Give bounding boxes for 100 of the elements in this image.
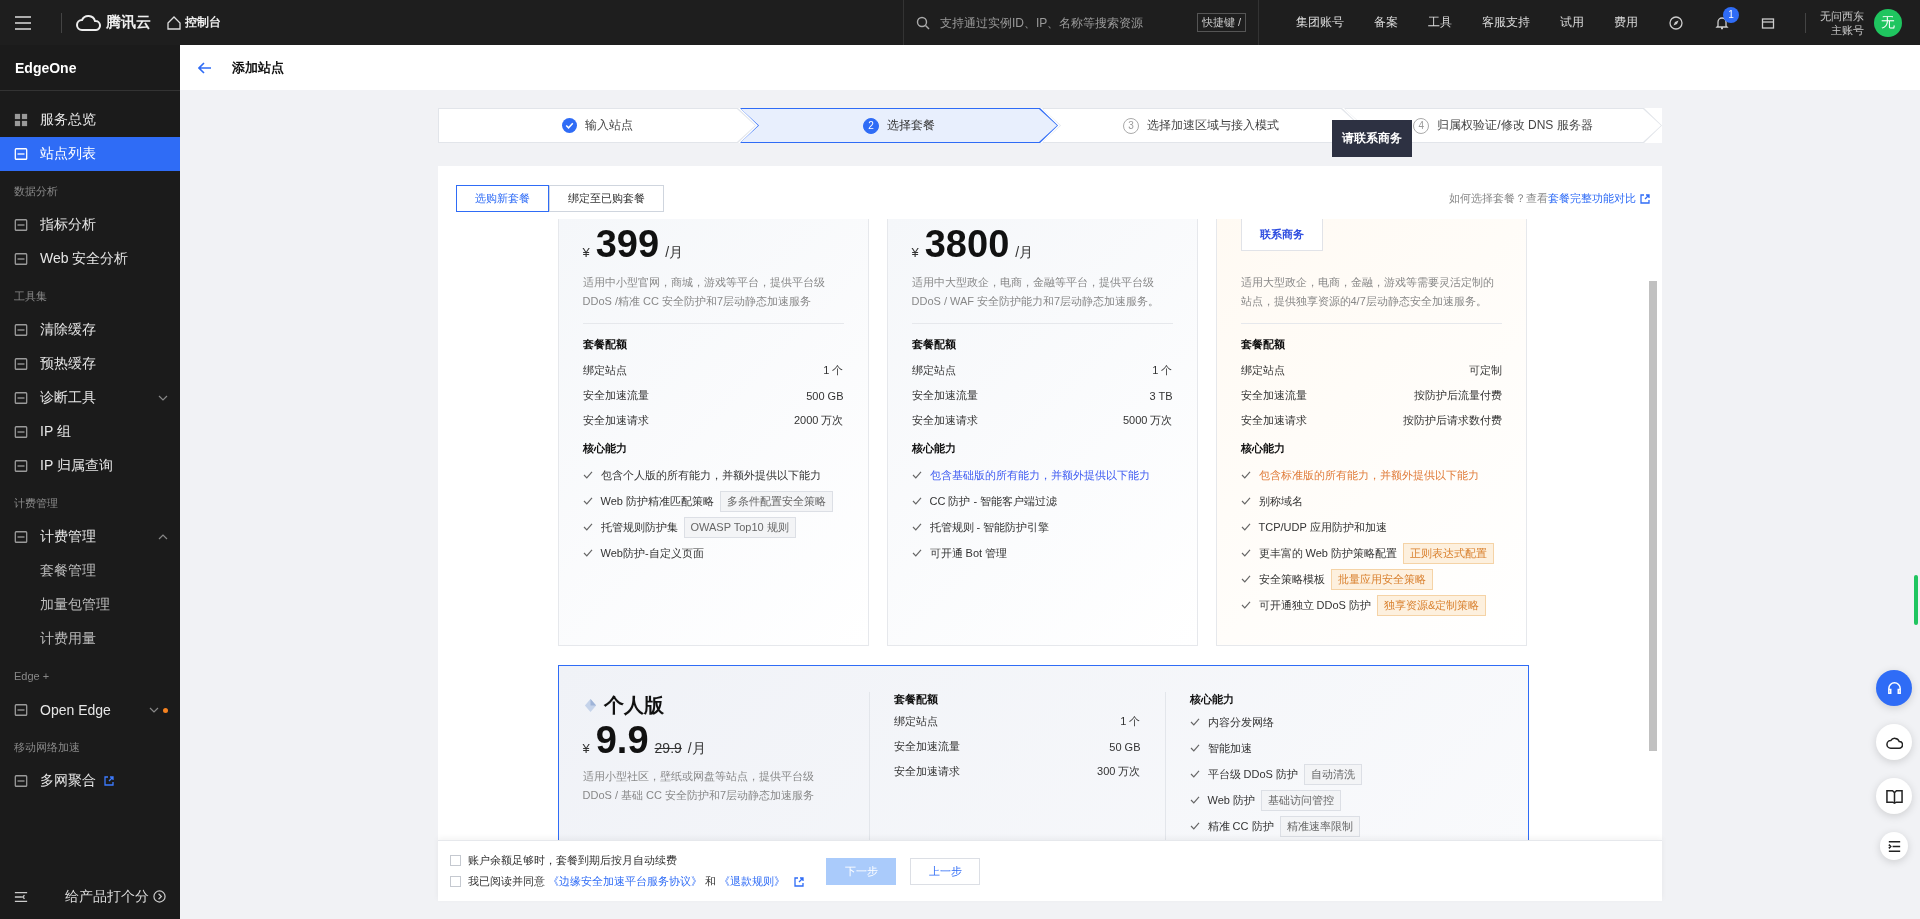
- wallet-icon[interactable]: [1761, 15, 1775, 30]
- search-input[interactable]: 支持通过实例ID、IP、名称等搜索资源: [938, 14, 1189, 31]
- sidebar-item[interactable]: Web 安全分析: [0, 242, 180, 276]
- feature-text: 更丰富的 Web 防护策略配置: [1258, 545, 1398, 561]
- checkbox[interactable]: [450, 855, 461, 866]
- quota-name: 安全加速请求: [1240, 413, 1307, 428]
- sidebar-item[interactable]: 服务总览: [0, 103, 180, 137]
- section-title: 套餐配额: [893, 692, 939, 707]
- check-icon: [1189, 744, 1200, 752]
- step-number: 2: [863, 117, 879, 134]
- feature-tag: OWASP Top10 规则: [683, 516, 796, 538]
- external-link-icon: [794, 876, 804, 887]
- brand-name[interactable]: 腾讯云: [106, 13, 151, 32]
- sidebar-item[interactable]: 计费管理: [0, 520, 180, 554]
- quota-value: 1 个: [1152, 363, 1173, 378]
- currency-sign: ¥: [582, 245, 590, 260]
- plan-card[interactable]: [1215, 219, 1527, 646]
- floating-button[interactable]: [1880, 832, 1908, 860]
- bell-icon[interactable]: [1715, 15, 1729, 30]
- feature-text: Web防护-自定义页面: [600, 545, 704, 561]
- feature-tag: 基础访问管控: [1261, 789, 1341, 811]
- scroll-indicator: [1914, 575, 1918, 625]
- feature-text: 安全策略模板: [1258, 571, 1325, 587]
- check-icon: [582, 497, 593, 505]
- check-icon: [1240, 575, 1251, 583]
- nav-link[interactable]: 费用: [1614, 14, 1638, 31]
- nav-link[interactable]: 客服支持: [1482, 14, 1530, 31]
- back-button[interactable]: 上一步: [910, 857, 980, 885]
- comparison-link[interactable]: 套餐完整功能对比: [1548, 191, 1636, 206]
- plan-card[interactable]: 个人版 ¥9.9 29.9 /月 适用小型社区，壁纸或网盘等站点，提供平台级 DDoS / 基础 CC 安全防护和7层动静态加速服务 套餐配额 绑定站点 1 个 安全加速流量 50 GB 安全加速请求 300 万次 核心能力 内容分发网络 智能加速 平台级 DDoS 防护 自动清洗 Web 防护 基础访问管控 精准 CC 防护 精准速率限制: [557, 665, 1529, 840]
- price: 399: [595, 223, 660, 265]
- help-text: 如何选择套餐？查看: [1449, 191, 1548, 206]
- quota-value: 1 个: [823, 363, 844, 378]
- cloud-logo-icon: [76, 13, 102, 32]
- quota-value: 300 万次: [1097, 764, 1141, 779]
- quota-name: 绑定站点: [911, 363, 956, 378]
- step: 2 选择套餐: [740, 108, 1058, 143]
- sidebar-subitem[interactable]: 加量包管理: [0, 588, 180, 622]
- arrow-circle-icon: [153, 890, 166, 903]
- account-name[interactable]: 无问西东: [1820, 8, 1864, 23]
- sidebar-item[interactable]: IP 归属查询: [0, 449, 180, 483]
- sidebar-item[interactable]: Open Edge: [0, 693, 180, 727]
- price: 3800: [924, 223, 1010, 265]
- feature-text: 内容分发网络: [1207, 714, 1274, 730]
- scrollbar-thumb[interactable]: [1649, 281, 1657, 751]
- quota-value: 50 GB: [1109, 740, 1141, 753]
- sidebar-item[interactable]: 多网聚合: [0, 764, 180, 798]
- sidebar-item[interactable]: 预热缓存: [0, 347, 180, 381]
- section-title: 核心能力: [1189, 692, 1235, 707]
- sidebar-subitem[interactable]: 套餐管理: [0, 554, 180, 588]
- compass-icon[interactable]: [1669, 15, 1683, 30]
- tab[interactable]: 选购新套餐: [456, 185, 549, 212]
- agreement-link[interactable]: 《边缘安全加速平台服务协议》: [548, 874, 702, 889]
- book-icon: [1885, 787, 1903, 805]
- checkbox[interactable]: [450, 876, 461, 887]
- check-icon: [911, 497, 922, 505]
- check-icon: [911, 549, 922, 557]
- feedback-link[interactable]: 给产品打个分: [65, 887, 149, 906]
- plan-description: 适用小型社区，壁纸或网盘等站点，提供平台级 DDoS / 基础 CC 安全防护和7层动静态加速服务: [582, 769, 816, 803]
- section-title: 套餐配额: [582, 337, 628, 352]
- check-icon: [582, 523, 593, 531]
- sidebar-subitem[interactable]: 计费用量: [0, 622, 180, 656]
- feature-text: 托管规则 - 智能防护引擎: [929, 519, 1050, 535]
- quota-name: 安全加速流量: [1240, 388, 1307, 403]
- collapse-icon[interactable]: [14, 889, 28, 904]
- quota-value: 500 GB: [806, 389, 844, 402]
- console-link[interactable]: 控制台: [185, 14, 221, 31]
- nav-link[interactable]: 试用: [1560, 14, 1584, 31]
- menu-icon[interactable]: [15, 15, 31, 30]
- plan-card[interactable]: ¥3800/月 适用中大型政企，电商，金融等平台，提供平台级 DDoS / WAF 安全防护能力和7层动静态加速服务。 套餐配额 绑定站点 1 个 安全加速流量 3 TB 安全加速请求 5000 万次 核心能力 包含基础版的所有能力，并额外提供以下能力 CC 防护 - 智能客户端过滤 托管规则 - 智能防护引擎 可开通 Bot 管理: [886, 219, 1198, 646]
- agreement-link[interactable]: 《退款规则》: [719, 874, 785, 889]
- plan-card[interactable]: ¥399/月 适用中小型官网，商城，游戏等平台，提供平台级 DDoS /精准 CC 安全防护和7层动静态加速服务 套餐配额 绑定站点 1 个 安全加速流量 500 GB 安全加速请求 2000 万次 核心能力 包含个人版的所有能力，并额外提供以下能力 Web 防护精准匹配策略 多条件配置安全策略 托管规则防护集 OWASP Top10 规则 Web防护-自定义页面: [557, 219, 869, 646]
- tab[interactable]: 绑定至已购套餐: [549, 185, 664, 212]
- sidebar-item[interactable]: 清除缓存: [0, 313, 180, 347]
- original-price: 29.9: [654, 740, 682, 756]
- nav-link[interactable]: 工具: [1428, 14, 1452, 31]
- section-title: 套餐配额: [1240, 337, 1286, 352]
- quota-value: 5000 万次: [1122, 413, 1173, 428]
- nav-link[interactable]: 集团账号: [1296, 14, 1344, 31]
- section-heading: 工具集: [13, 289, 48, 304]
- feature-text: 智能加速: [1207, 740, 1252, 756]
- sidebar-item[interactable]: 指标分析: [0, 208, 180, 242]
- quota-name: 绑定站点: [1240, 363, 1285, 378]
- back-arrow-icon[interactable]: [198, 61, 212, 74]
- feature-text: 平台级 DDoS 防护: [1207, 766, 1298, 782]
- joiner-text: 和: [705, 874, 716, 889]
- check-icon: [1189, 796, 1200, 804]
- nav-link[interactable]: 备案: [1374, 14, 1398, 31]
- sidebar-item[interactable]: 站点列表: [0, 137, 180, 171]
- sidebar-item[interactable]: IP 组: [0, 415, 180, 449]
- section-heading: 计费管理: [13, 496, 59, 511]
- contact-sales-button[interactable]: 联系商务: [1240, 219, 1323, 251]
- feature-text: 包含基础版的所有能力，并额外提供以下能力: [929, 467, 1150, 483]
- floating-button[interactable]: [1876, 778, 1912, 814]
- sidebar-item[interactable]: 诊断工具: [0, 381, 180, 415]
- plan-name: 个人版: [603, 693, 664, 718]
- feature-tag: 多条件配置安全策略: [720, 490, 833, 512]
- shortcut-badge: 快捷键 /: [1196, 13, 1246, 32]
- quota-name: 安全加速请求: [911, 413, 978, 428]
- floating-button[interactable]: [1876, 724, 1912, 760]
